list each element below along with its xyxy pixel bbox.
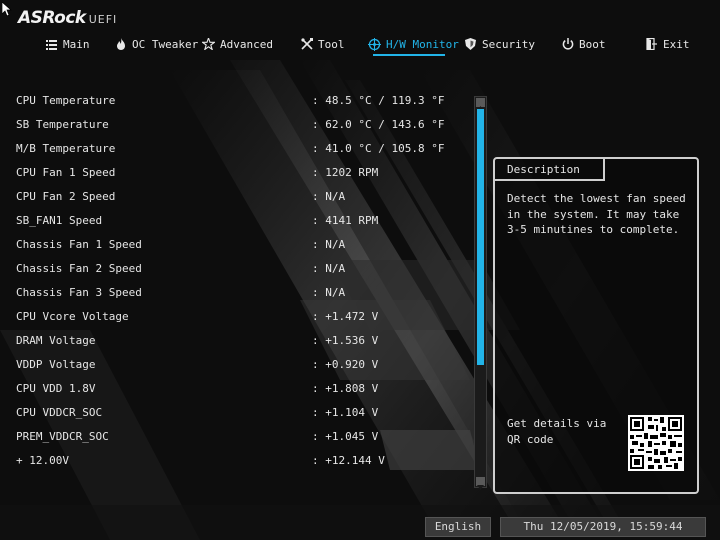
tab-oc-tweaker[interactable]: OC Tweaker — [114, 34, 198, 54]
row-label: Chassis Fan 1 Speed — [16, 238, 142, 251]
mouse-cursor-icon — [2, 2, 12, 16]
row-value: : +1.536 V — [312, 334, 379, 347]
monitor-row-cpu-temperature[interactable]: CPU Temperature : 48.5 °C / 119.3 °F — [16, 91, 466, 111]
row-value: : N/A — [312, 286, 346, 299]
tab-tool[interactable]: Tool — [300, 34, 345, 54]
description-text: Detect the lowest fan speed in the syste… — [507, 192, 686, 236]
row-value: : +1.472 V — [312, 310, 379, 323]
monitor-target-icon — [368, 37, 381, 51]
row-value: : 62.0 °C / 143.6 °F — [312, 118, 445, 131]
monitor-row-chassis-fan-1[interactable]: Chassis Fan 1 Speed : N/A — [16, 235, 466, 255]
monitor-row-cpu-fan-1[interactable]: CPU Fan 1 Speed : 1202 RPM — [16, 163, 466, 183]
row-value: : N/A — [312, 190, 346, 203]
row-label: VDDP Voltage — [16, 358, 96, 371]
tab-advanced[interactable]: Advanced — [202, 34, 273, 54]
active-tab-indicator — [373, 54, 445, 56]
row-label: CPU Temperature — [16, 94, 116, 107]
tab-boot[interactable]: Boot — [561, 34, 606, 54]
tab-security-label: Security — [482, 37, 535, 51]
power-icon — [561, 38, 574, 51]
tools-icon — [300, 38, 313, 51]
scroll-down-arrow-icon[interactable] — [476, 477, 485, 490]
monitor-row-prem-vddcr-soc[interactable]: PREM_VDDCR_SOC : +1.045 V — [16, 427, 466, 447]
row-label: CPU VDD 1.8V — [16, 382, 96, 395]
monitor-row-cpu-vcore[interactable]: CPU Vcore Voltage : +1.472 V — [16, 307, 466, 327]
monitor-row-cpu-fan-2[interactable]: CPU Fan 2 Speed : N/A — [16, 187, 466, 207]
flame-icon — [114, 38, 127, 51]
row-value: : 4141 RPM — [312, 214, 379, 227]
top-nav: Main OC Tweaker Advanced Tool H/W Monito… — [0, 34, 720, 54]
monitor-row-vddp-voltage[interactable]: VDDP Voltage : +0.920 V — [16, 355, 466, 375]
monitor-row-dram-voltage[interactable]: DRAM Voltage : +1.536 V — [16, 331, 466, 351]
exit-door-icon — [645, 38, 658, 51]
monitor-row-sb-temperature[interactable]: SB Temperature : 62.0 °C / 143.6 °F — [16, 115, 466, 135]
monitor-row-mb-temperature[interactable]: M/B Temperature : 41.0 °C / 105.8 °F — [16, 139, 466, 159]
qr-code-icon — [628, 415, 684, 471]
row-label: M/B Temperature — [16, 142, 116, 155]
scrollbar[interactable] — [474, 96, 487, 490]
row-value: : 1202 RPM — [312, 166, 379, 179]
tab-main-label: Main — [63, 37, 90, 51]
row-value: : +1.104 V — [312, 406, 379, 419]
row-label: SB_FAN1 Speed — [16, 214, 103, 227]
row-value: : 48.5 °C / 119.3 °F — [312, 94, 445, 107]
row-value: : +0.920 V — [312, 358, 379, 371]
language-button[interactable]: English — [425, 517, 491, 537]
monitor-row-cpu-vdd-18[interactable]: CPU VDD 1.8V : +1.808 V — [16, 379, 466, 399]
monitor-row-chassis-fan-2[interactable]: Chassis Fan 2 Speed : N/A — [16, 259, 466, 279]
shield-icon — [464, 38, 477, 51]
row-value: : +1.808 V — [312, 382, 379, 395]
row-value: : N/A — [312, 262, 346, 275]
row-label: DRAM Voltage — [16, 334, 96, 347]
row-label: CPU VDDCR_SOC — [16, 406, 103, 419]
row-label: Chassis Fan 3 Speed — [16, 286, 142, 299]
tab-exit[interactable]: Exit — [645, 34, 690, 54]
tab-hw-monitor-label: H/W Monitor — [386, 37, 459, 51]
scroll-up-arrow-icon[interactable] — [476, 98, 485, 111]
datetime-display: Thu 12/05/2019, 15:59:44 — [500, 517, 706, 537]
row-label: Chassis Fan 2 Speed — [16, 262, 142, 275]
monitor-row-cpu-vddcr-soc[interactable]: CPU VDDCR_SOC : +1.104 V — [16, 403, 466, 423]
row-label: CPU Fan 2 Speed — [16, 190, 116, 203]
monitor-row-sb-fan1[interactable]: SB_FAN1 Speed : 4141 RPM — [16, 211, 466, 231]
qr-hint-text: Get details via QR code — [507, 417, 607, 446]
row-value: : +12.144 V — [312, 454, 385, 467]
logo-brand: ASRock — [18, 8, 86, 28]
tab-hw-monitor[interactable]: H/W Monitor — [368, 34, 459, 54]
monitor-row-12v[interactable]: + 12.00V : +12.144 V — [16, 451, 466, 471]
tab-security[interactable]: Security — [464, 34, 535, 54]
row-label: CPU Fan 1 Speed — [16, 166, 116, 179]
tab-oc-tweaker-label: OC Tweaker — [132, 37, 199, 51]
monitor-row-chassis-fan-3[interactable]: Chassis Fan 3 Speed : N/A — [16, 283, 466, 303]
row-label: + 12.00V — [16, 454, 69, 467]
row-value: : N/A — [312, 238, 346, 251]
row-value: : 41.0 °C / 105.8 °F — [312, 142, 445, 155]
description-title: Description — [507, 163, 580, 176]
logo-suffix: UEFI — [88, 13, 118, 26]
asrock-logo: ASRock UEFI — [18, 8, 117, 28]
row-label: CPU Vcore Voltage — [16, 310, 129, 323]
description-panel: Description Detect the lowest fan speed … — [493, 157, 699, 494]
row-label: SB Temperature — [16, 118, 109, 131]
list-icon — [45, 38, 58, 51]
tab-main[interactable]: Main — [45, 34, 90, 54]
row-value: : +1.045 V — [312, 430, 379, 443]
scrollbar-thumb[interactable] — [477, 109, 484, 365]
tab-tool-label: Tool — [318, 37, 345, 51]
tab-advanced-label: Advanced — [220, 37, 273, 51]
tab-boot-label: Boot — [579, 37, 606, 51]
row-label: PREM_VDDCR_SOC — [16, 430, 109, 443]
tab-exit-label: Exit — [663, 37, 690, 51]
star-icon — [202, 38, 215, 51]
